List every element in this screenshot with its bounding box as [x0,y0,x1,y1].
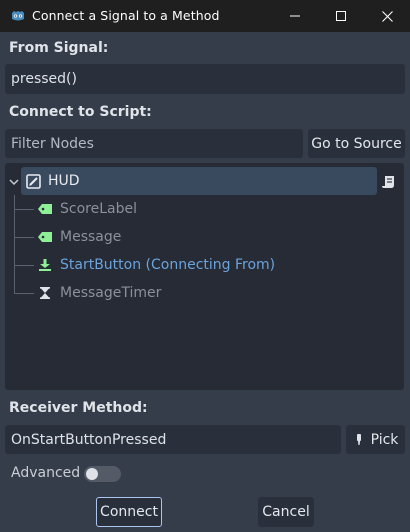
label-node-icon [37,201,53,217]
maximize-icon [336,11,346,21]
eyedropper-icon [353,433,365,447]
tree-guide-branch [14,237,34,238]
toggle-knob [86,468,98,480]
label-node-icon [37,229,53,245]
cancel-label: Cancel [262,504,310,520]
pick-label: Pick [370,431,399,448]
tree-item-scorelabel[interactable]: ScoreLabel [37,196,137,222]
tree-item-label: Message [60,229,122,245]
from-signal-label: From Signal: [9,40,109,56]
tree-item-label: HUD [48,173,80,189]
go-to-source-label: Go to Source [311,135,402,152]
minimize-icon [290,15,300,17]
timer-node-icon [37,285,53,301]
advanced-toggle[interactable] [84,466,121,482]
go-to-source-button[interactable]: Go to Source [308,129,405,158]
receiver-method-label: Receiver Method: [9,400,148,416]
script-icon[interactable] [381,174,397,190]
close-icon [381,10,393,22]
tree-item-label: ScoreLabel [60,201,137,217]
receiver-method-value: OnStartButtonPressed [11,431,167,448]
connect-label: Connect [100,504,158,520]
filter-nodes-input[interactable]: Filter Nodes [5,129,303,158]
tree-item-label: StartButton (Connecting From) [60,257,276,273]
advanced-label: Advanced [11,465,81,481]
maximize-button[interactable] [318,0,364,32]
connect-to-script-label: Connect to Script: [9,104,152,120]
from-signal-value: pressed() [11,71,77,87]
tree-item-message[interactable]: Message [37,224,121,250]
window-title: Connect a Signal to a Method [32,8,220,23]
tree-item-label: MessageTimer [60,285,162,301]
godot-logo-icon [10,8,26,24]
tree-item-hud[interactable]: HUD [25,168,80,194]
tree-guide-branch [14,265,34,266]
tree-guide-branch [14,209,34,210]
control-node-icon [25,173,41,189]
collapse-arrow-icon[interactable] [9,175,19,186]
cancel-button[interactable]: Cancel [258,497,314,527]
receiver-method-input[interactable]: OnStartButtonPressed [5,425,341,454]
from-signal-field[interactable]: pressed() [5,64,405,94]
connect-button[interactable]: Connect [96,497,162,527]
filter-nodes-placeholder: Filter Nodes [11,135,94,152]
minimize-button[interactable] [272,0,318,32]
close-button[interactable] [364,0,410,32]
button-node-icon [37,257,53,273]
tree-guide-branch [14,293,34,294]
title-bar: Connect a Signal to a Method [0,0,410,32]
tree-item-messagetimer[interactable]: MessageTimer [37,280,161,306]
pick-button[interactable]: Pick [346,425,405,454]
tree-item-startbutton[interactable]: StartButton (Connecting From) [37,252,275,278]
